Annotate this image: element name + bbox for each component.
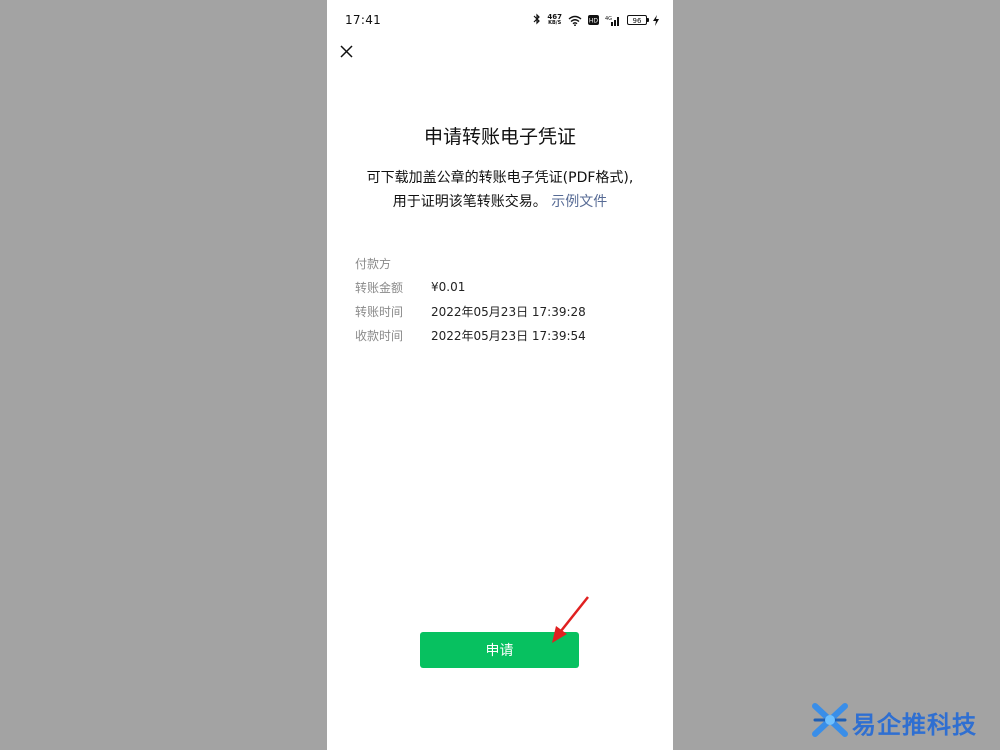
amount-value: ¥0.01 [431, 280, 466, 294]
transfer-info: 付款方 转账金额 ¥0.01 转账时间 2022年05月23日 17:39:28… [355, 251, 586, 347]
bluetooth-icon [533, 13, 541, 28]
status-bar: 17:41 467 KB/S HD 4G 96 [327, 0, 673, 40]
watermark: 易企推科技 [812, 703, 977, 741]
phone-screen: 17:41 467 KB/S HD 4G 96 申请转账电子凭证 可下载加盖公章… [327, 0, 673, 750]
receive-time-value: 2022年05月23日 17:39:54 [431, 328, 586, 343]
info-row-amount: 转账金额 ¥0.01 [355, 275, 586, 299]
info-row-receive-time: 收款时间 2022年05月23日 17:39:54 [355, 323, 586, 347]
receive-time-label: 收款时间 [355, 328, 404, 343]
page-title: 申请转账电子凭证 [423, 126, 576, 148]
info-row-payer: 付款方 [355, 251, 586, 275]
status-icons: 467 KB/S HD 4G 96 [533, 12, 659, 28]
sample-file-link[interactable]: 示例文件 [551, 194, 607, 210]
battery-icon: 96 [627, 15, 649, 25]
transfer-time-label: 转账时间 [355, 304, 404, 319]
amount-label: 转账金额 [355, 280, 404, 295]
hd-icon: HD [588, 15, 599, 25]
info-row-transfer-time: 转账时间 2022年05月23日 17:39:28 [355, 299, 586, 323]
description-line-2: 用于证明该笔转账交易。 示例文件 [392, 194, 608, 210]
watermark-text: 易企推科技 [852, 710, 977, 739]
charging-icon [653, 14, 659, 26]
svg-text:HD: HD [589, 18, 599, 25]
page-description: 可下载加盖公章的转账电子凭证(PDF格式), 用于证明该笔转账交易。 示例文件 [327, 166, 673, 214]
description-line-1: 可下载加盖公章的转账电子凭证(PDF格式), [366, 170, 634, 186]
transfer-time-value: 2022年05月23日 17:39:28 [431, 304, 586, 319]
payer-label: 付款方 [355, 256, 392, 271]
wifi-icon [568, 15, 582, 26]
close-icon[interactable] [337, 42, 357, 62]
logo-icon [812, 703, 848, 741]
signal-icon: 4G [605, 15, 621, 26]
status-time: 17:41 [345, 13, 382, 27]
svg-text:4G: 4G [605, 16, 612, 22]
apply-button[interactable]: 申请 [420, 632, 579, 668]
net-speed: 467 KB/S [547, 13, 562, 27]
